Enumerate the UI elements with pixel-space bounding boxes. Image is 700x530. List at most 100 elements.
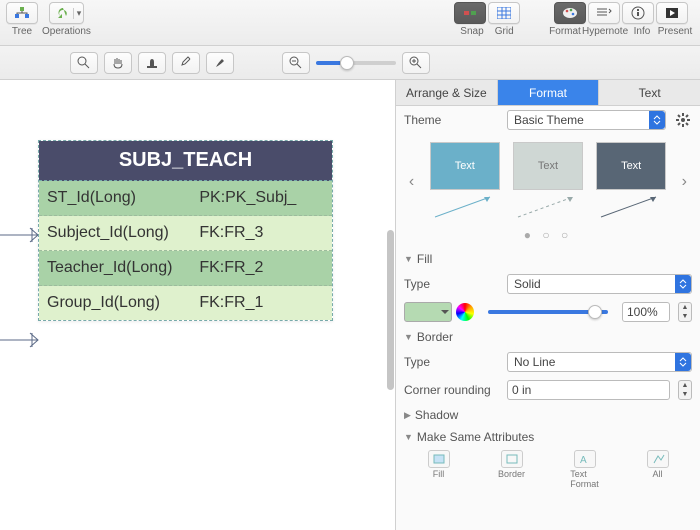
style-arrow-preview [430,192,500,222]
hypernote-label: Hypernote [582,26,628,37]
swatch-page-dots[interactable]: ● ○ ○ [396,226,700,248]
text-format-icon: A [574,450,596,468]
hypernote-icon [596,7,612,19]
tree-label: Tree [12,26,32,37]
disclosure-triangle-icon: ▼ [404,332,413,342]
operations-button[interactable]: ▾ [49,2,85,24]
fill-section-header[interactable]: ▼Fill [396,248,700,270]
zoom-in-icon [409,56,423,70]
fill-opacity-field[interactable]: 100% [622,302,670,322]
same-border-button[interactable]: Border [477,450,546,489]
theme-gear-button[interactable] [674,111,692,129]
disclosure-triangle-icon: ▼ [404,254,413,264]
swatch-next-button[interactable]: › [679,173,689,191]
present-icon [665,7,679,19]
zoom-tool-button[interactable] [70,52,98,74]
present-label: Present [656,26,694,37]
operations-label: Operations [42,26,91,37]
pan-tool-button[interactable] [104,52,132,74]
zoom-out-button[interactable] [282,52,310,74]
zoom-in-button[interactable] [402,52,430,74]
zoom-out-icon [289,56,303,70]
entity-row[interactable]: Subject_Id(Long) FK:FR_3 [39,216,332,251]
grid-icon [497,7,511,19]
same-fill-button[interactable]: Fill [404,450,473,489]
eyedropper-tool-button[interactable] [172,52,200,74]
entity-col-name: Subject_Id(Long) [47,224,199,242]
hypernote-button[interactable] [588,2,620,24]
style-swatch[interactable]: Text [513,142,583,190]
same-text-format-button[interactable]: A Text Format [550,450,619,489]
same-all-button[interactable]: All [623,450,692,489]
theme-value: Basic Theme [514,113,584,127]
style-tool-button[interactable] [138,52,166,74]
format-button[interactable] [554,2,586,24]
tree-icon [14,7,30,19]
canvas-scrollbar[interactable] [387,230,394,390]
select-arrows-icon [675,353,691,371]
fill-opacity-stepper[interactable]: ▲▼ [678,302,692,322]
border-type-label: Type [404,355,499,369]
border-type-value: No Line [514,355,555,369]
entity-col-key: FK:FR_2 [199,259,324,277]
hand-icon [111,56,125,70]
disclosure-triangle-icon: ▼ [404,432,413,442]
zoom-slider[interactable] [316,61,396,65]
grid-button[interactable] [488,2,520,24]
stamp-icon [145,56,159,70]
all-icon [647,450,669,468]
fill-opacity-slider[interactable] [488,310,608,314]
theme-select[interactable]: Basic Theme [507,110,666,130]
fill-icon [428,450,450,468]
entity-row[interactable]: ST_Id(Long) PK:PK_Subj_ [39,181,332,216]
svg-text:A: A [580,455,587,465]
entity-col-name: Teacher_Id(Long) [47,259,199,277]
main-toolbar: Tree ▾ Operations Snap Grid [0,0,700,46]
border-icon [501,450,523,468]
brush-tool-button[interactable] [206,52,234,74]
fill-type-select[interactable]: Solid [507,274,692,294]
select-arrows-icon [649,111,665,129]
entity-table[interactable]: SUBJ_TEACH ST_Id(Long) PK:PK_Subj_ Subje… [38,140,333,321]
style-arrow-preview [596,192,666,222]
style-arrow-preview [513,192,583,222]
entity-row[interactable]: Teacher_Id(Long) FK:FR_2 [39,251,332,286]
entity-col-key: FK:FR_3 [199,224,324,242]
info-icon [631,6,645,20]
zoom-slider-knob[interactable] [340,56,354,70]
corner-rounding-stepper[interactable]: ▲▼ [678,380,692,400]
canvas-toolbar [0,46,700,80]
color-picker-button[interactable] [456,303,474,321]
palette-icon [562,7,578,19]
info-button[interactable] [622,2,654,24]
make-same-section-header[interactable]: ▼Make Same Attributes [396,426,700,448]
entity-row[interactable]: Group_Id(Long) FK:FR_1 [39,286,332,320]
border-section-header[interactable]: ▼Border [396,326,700,348]
entity-col-name: Group_Id(Long) [47,294,199,312]
style-swatch[interactable]: Text [596,142,666,190]
tree-button[interactable] [6,2,38,24]
corner-rounding-field[interactable]: 0 in [507,380,670,400]
theme-label: Theme [404,113,499,127]
fill-type-value: Solid [514,277,541,291]
opacity-slider-knob[interactable] [588,305,602,319]
present-button[interactable] [656,2,688,24]
connector-lines [0,80,40,430]
fill-type-label: Type [404,277,499,291]
entity-title: SUBJ_TEACH [39,141,332,181]
tab-format[interactable]: Format [498,80,600,106]
inspector-panel: Arrange & Size Format Text Theme Basic T… [395,80,700,530]
swatch-prev-button[interactable]: ‹ [407,173,417,191]
snap-button[interactable] [454,2,486,24]
tab-text[interactable]: Text [599,80,700,106]
shadow-section-header[interactable]: ▶Shadow [396,404,700,426]
snap-icon [462,8,478,18]
grid-label: Grid [495,26,514,37]
disclosure-triangle-icon: ▶ [404,410,411,421]
tab-arrange-size[interactable]: Arrange & Size [396,80,498,106]
fill-color-well[interactable] [404,302,452,322]
style-swatch[interactable]: Text [430,142,500,190]
canvas[interactable]: SUBJ_TEACH ST_Id(Long) PK:PK_Subj_ Subje… [0,80,395,530]
border-type-select[interactable]: No Line [507,352,692,372]
select-arrows-icon [675,275,691,293]
